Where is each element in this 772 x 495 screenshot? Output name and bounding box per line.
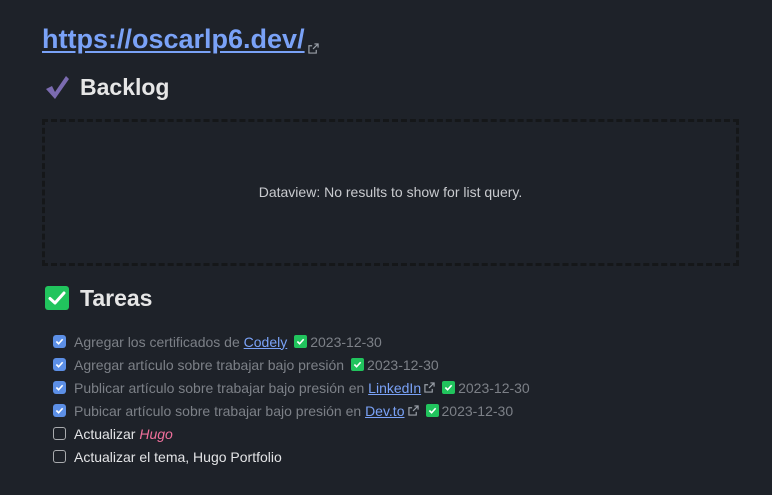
note-page: https://oscarlp6.dev/ Backlog Dataview: …	[0, 0, 772, 495]
task-italic-text: Hugo	[139, 425, 173, 442]
linkedin-link[interactable]: LinkedIn	[368, 380, 421, 396]
done-date-icon	[351, 358, 365, 371]
done-date-icon	[442, 381, 456, 394]
dataview-message: Dataview: No results to show for list qu…	[258, 183, 523, 200]
task-date: 2023-12-30	[441, 402, 514, 419]
devto-link[interactable]: Dev.to	[365, 403, 404, 419]
task-checkbox[interactable]	[53, 381, 66, 394]
codely-link[interactable]: Codely	[244, 334, 288, 350]
task-date: 2023-12-30	[458, 379, 530, 396]
backlog-heading-text: Backlog	[80, 73, 170, 100]
done-date-icon	[294, 335, 308, 348]
task-text: Agregar los certificados de Codely	[74, 334, 287, 350]
dataview-result-box: Dataview: No results to show for list qu…	[42, 119, 739, 266]
task-date: 2023-12-30	[367, 356, 439, 373]
task-text-prefix: Publicar artículo sobre trabajar bajo pr…	[74, 379, 369, 396]
task-checkbox[interactable]	[53, 450, 66, 463]
task-text-prefix: Agregar los certificados de	[74, 333, 244, 350]
tareas-heading-text: Tareas	[80, 284, 153, 311]
task-text: Pubicar artículo sobre trabajar bajo pre…	[74, 403, 405, 419]
task-list: Agregar los certificados de Codely 2023-…	[53, 330, 530, 468]
task-text-prefix: Actualizar el tema, Hugo Portfolio	[74, 448, 282, 465]
task-checkbox[interactable]	[53, 404, 66, 417]
done-date-icon	[425, 404, 439, 417]
external-link-icon	[424, 380, 435, 396]
check-box-icon	[44, 285, 70, 311]
task-item: Actualizar el tema, Hugo Portfolio	[53, 445, 530, 468]
external-link-icon	[407, 403, 419, 419]
task-text: Publicar artículo sobre trabajar bajo pr…	[74, 380, 421, 396]
task-text-prefix: Agregar artículo sobre trabajar bajo pre…	[74, 356, 345, 373]
website-link-text[interactable]: https://oscarlp6.dev/	[42, 24, 305, 54]
external-link-icon	[307, 26, 319, 64]
task-checkbox[interactable]	[53, 427, 66, 440]
backlog-heading: Backlog	[44, 72, 169, 102]
task-checkbox[interactable]	[53, 358, 66, 371]
task-item: Pubicar artículo sobre trabajar bajo pre…	[53, 399, 530, 422]
task-text-prefix: Pubicar artículo sobre trabajar bajo pre…	[74, 402, 366, 419]
task-checkbox[interactable]	[53, 335, 66, 348]
task-date: 2023-12-30	[310, 333, 382, 350]
task-text-prefix: Actualizar	[74, 425, 140, 442]
check-mark-icon	[44, 74, 70, 100]
task-item: Agregar los certificados de Codely 2023-…	[53, 330, 530, 353]
task-item: Agregar artículo sobre trabajar bajo pre…	[53, 353, 530, 376]
task-item: Actualizar Hugo	[53, 422, 530, 445]
task-text: Agregar artículo sobre trabajar bajo pre…	[74, 357, 344, 373]
tareas-heading: Tareas	[44, 283, 152, 313]
website-link[interactable]: https://oscarlp6.dev/	[42, 20, 319, 64]
task-item: Publicar artículo sobre trabajar bajo pr…	[53, 376, 530, 399]
task-text: Actualizar el tema, Hugo Portfolio	[74, 449, 282, 465]
task-text: Actualizar Hugo	[74, 426, 173, 442]
